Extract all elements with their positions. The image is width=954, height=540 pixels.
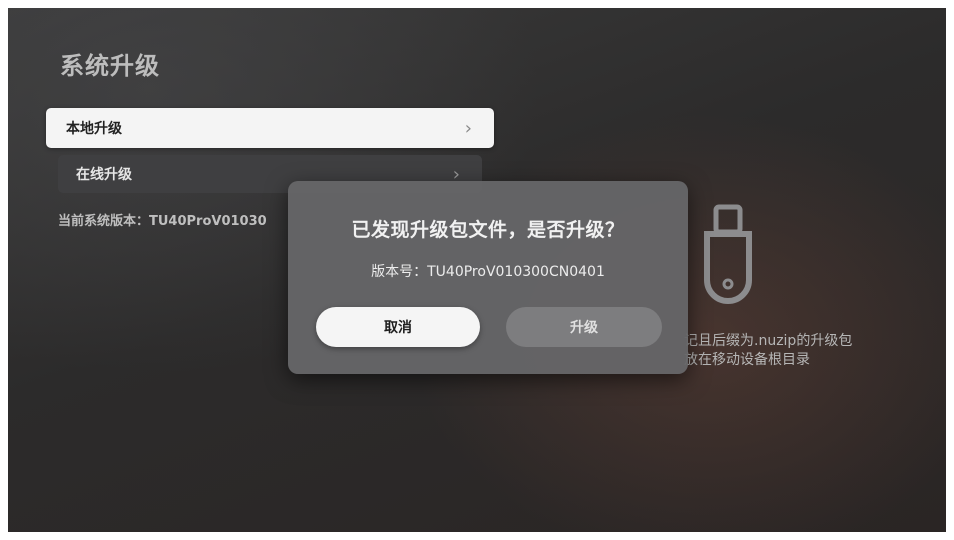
page-title: 系统升级 [60, 52, 160, 80]
current-version-text: 当前系统版本：TU40ProV01030 [58, 214, 267, 229]
usb-drive-icon [704, 204, 752, 304]
chevron-right-icon: › [464, 117, 472, 139]
hint-line-2: 放在移动设备根目录 [684, 352, 810, 368]
menu-item-local-upgrade[interactable]: 本地升级 › [46, 108, 494, 148]
cancel-button[interactable]: 取消 [316, 307, 480, 347]
usb-upgrade-hint: 记且后缀为.nuzip的升级包 放在移动设备根目录 [684, 332, 852, 370]
hint-line-1: 记且后缀为.nuzip的升级包 [684, 333, 853, 349]
dialog-title: 已发现升级包文件，是否升级？ [351, 219, 625, 241]
upgrade-button[interactable]: 升级 [506, 307, 662, 347]
menu-item-label: 本地升级 [66, 121, 122, 137]
tv-screen: 系统升级 本地升级 › 在线升级 › 当前系统版本：TU40ProV01030 … [8, 8, 946, 532]
upgrade-confirm-dialog: 已发现升级包文件，是否升级？ 版本号：TU40ProV010300CN0401 … [288, 181, 688, 374]
dialog-version-text: 版本号：TU40ProV010300CN0401 [371, 264, 605, 280]
